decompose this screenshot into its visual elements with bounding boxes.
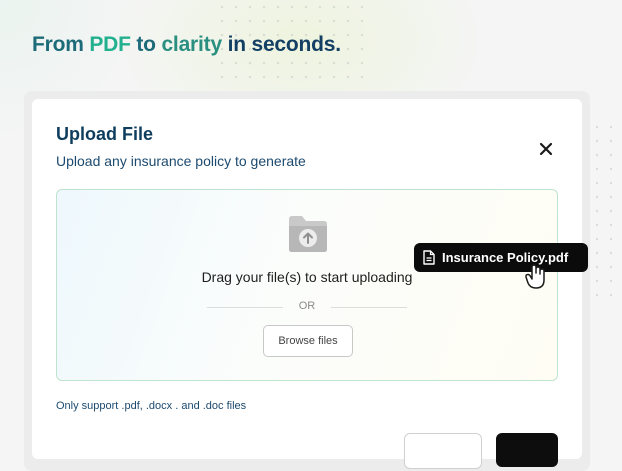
dragged-file-name: Insurance Policy.pdf (442, 250, 569, 265)
headline-part: to (130, 33, 162, 56)
upload-button[interactable] (496, 433, 558, 467)
headline-part: PDF (89, 33, 131, 56)
background-dot-grid-right (590, 120, 622, 300)
upload-modal: Upload File Upload any insurance policy … (32, 99, 582, 469)
headline-part: clarity (161, 33, 222, 56)
file-dropzone[interactable]: Drag your file(s) to start uploading OR … (56, 189, 558, 381)
cancel-button[interactable] (404, 433, 482, 469)
folder-upload-icon (289, 216, 327, 252)
hand-grab-cursor-icon (525, 264, 545, 289)
modal-title: Upload File (56, 124, 154, 144)
supported-formats-note: Only support .pdf, .docx . and .doc file… (56, 400, 247, 412)
headline-part: in seconds. (221, 33, 342, 56)
close-icon (539, 142, 553, 156)
document-icon (423, 250, 435, 265)
close-button[interactable] (534, 137, 558, 161)
or-divider: OR (207, 300, 407, 314)
page-headline: From PDF to clarity in seconds. (32, 33, 341, 57)
or-label: OR (298, 300, 316, 312)
modal-subtitle: Upload any insurance policy to generate (56, 153, 306, 169)
dragged-file-chip[interactable]: Insurance Policy.pdf (414, 243, 588, 272)
headline-part: From (32, 33, 90, 56)
browse-files-button[interactable]: Browse files (263, 325, 353, 357)
